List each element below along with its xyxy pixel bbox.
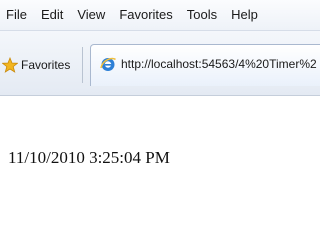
menu-bar: File Edit View Favorites Tools Help xyxy=(0,0,320,31)
tab-title: http://localhost:54563/4%20Timer%20n xyxy=(121,57,317,71)
favorites-bar: Favorites http://localhost:54563/4%20Tim… xyxy=(0,31,320,96)
page-content: 11/10/2010 3:25:04 PM xyxy=(0,96,320,250)
browser-tab[interactable]: http://localhost:54563/4%20Timer%20n xyxy=(90,44,320,86)
toolbar-divider xyxy=(82,47,83,83)
menu-help[interactable]: Help xyxy=(224,0,265,30)
ie-icon xyxy=(99,55,117,73)
menu-tools[interactable]: Tools xyxy=(180,0,224,30)
star-icon xyxy=(1,56,19,73)
favorites-button[interactable]: Favorites xyxy=(1,53,71,77)
menu-favorites[interactable]: Favorites xyxy=(112,0,179,30)
favorites-label: Favorites xyxy=(21,58,71,72)
menu-view[interactable]: View xyxy=(70,0,112,30)
current-timestamp: 11/10/2010 3:25:04 PM xyxy=(8,148,170,167)
menu-file[interactable]: File xyxy=(0,0,34,30)
browser-window: File Edit View Favorites Tools Help Favo… xyxy=(0,0,320,250)
menu-edit[interactable]: Edit xyxy=(34,0,70,30)
